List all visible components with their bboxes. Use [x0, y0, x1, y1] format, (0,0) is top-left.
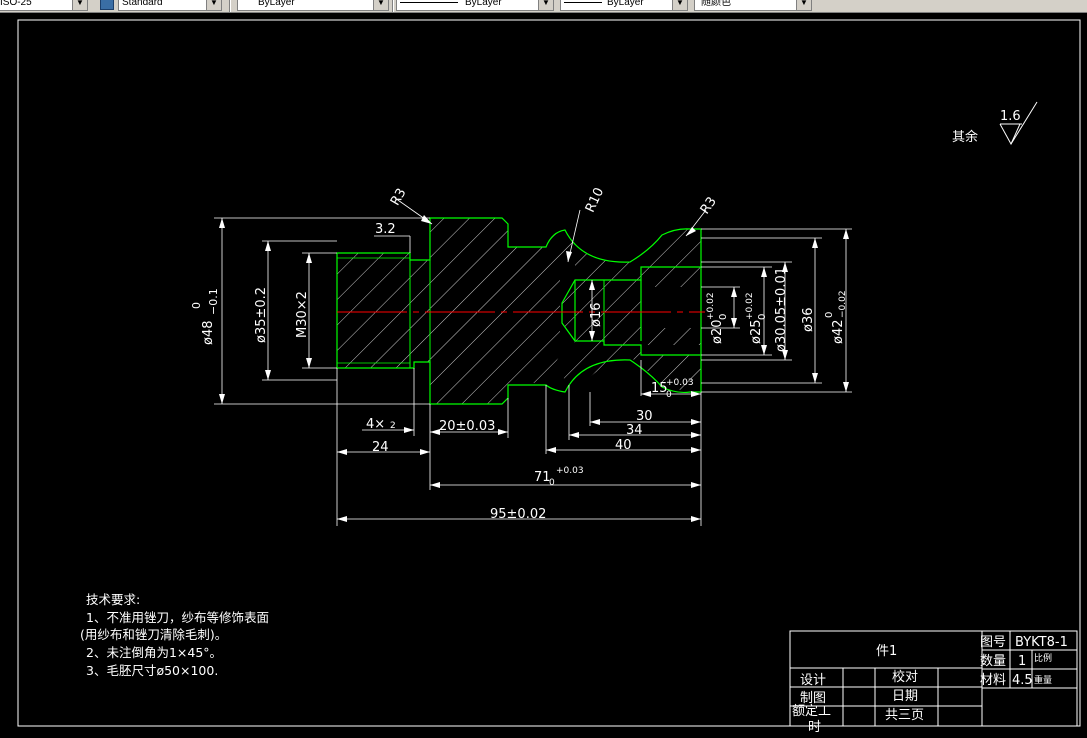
dim-len95: 95±0.02	[490, 507, 546, 522]
dim-len40: 40	[615, 438, 632, 453]
dim-r10: R10	[583, 185, 607, 215]
bore-hatch	[641, 267, 701, 345]
drawing-canvas[interactable]: R3 R10 R3 3.2 ø48 0 −0.1 ø35±0.2 M30×2 ø…	[0, 13, 1087, 738]
dim-len34: 34	[626, 423, 643, 438]
tb-material-value: 4.5	[1012, 673, 1033, 688]
dim-len20: 20±0.03	[439, 419, 495, 434]
dim-len71-sup: +0.03	[556, 466, 584, 476]
dim-d25-group: ø25 0 +0.02	[745, 292, 768, 344]
dim-m30: M30×2	[295, 291, 310, 338]
toolbar-separator	[392, 0, 394, 12]
tb-quota-1: 额定工	[792, 704, 831, 719]
tb-scale-label: 比例	[1034, 652, 1052, 664]
tb-tuhao-value: BYKT8-1	[1015, 635, 1068, 650]
tech-line-3: 2、未注倒角为1×45°。	[86, 645, 222, 660]
dim-d35: ø35±0.2	[254, 287, 269, 343]
tb-material-label: 材料	[980, 673, 1006, 688]
dim-d25-sup: +0.02	[745, 292, 755, 320]
dim-d48-group: ø48 0 −0.1	[190, 288, 220, 345]
dim-d42: ø42	[831, 320, 846, 345]
tech-line-4: 3、毛胚尺寸ø50×100.	[86, 663, 218, 678]
lineweight-value: ByLayer	[607, 0, 644, 8]
lineweight-swatch	[564, 2, 602, 3]
dim-roughness-3-2: 3.2	[375, 222, 396, 237]
dim-len15-sup: +0.03	[666, 378, 694, 388]
linetype-value: ByLayer	[465, 0, 502, 8]
dim-d20: ø20	[710, 320, 725, 345]
tb-check: 校对	[892, 669, 918, 685]
tb-date: 日期	[892, 689, 918, 704]
layer-value: ByLayer	[258, 0, 295, 8]
roughness-prefix: 其余	[952, 129, 978, 145]
layer-combo[interactable]: ByLayer ▼	[237, 0, 389, 11]
chevron-down-icon[interactable]: ▼	[672, 0, 687, 10]
tb-tuhao-label: 图号	[980, 635, 1006, 650]
chevron-down-icon[interactable]: ▼	[206, 0, 221, 10]
title-block: 件1 图号 BYKT8-1 数量 1 比例 材料 4.5 重量 设计 校对 制图…	[789, 630, 1078, 735]
dim-r3a: R3	[388, 186, 410, 208]
dim-d42-group: ø42 0 −0.02	[824, 290, 848, 344]
dim-d25-sub: 0	[757, 314, 768, 320]
dim-groove-sub: 2	[390, 421, 396, 431]
textstyle-value: Standard	[122, 0, 163, 8]
tech-line-1: 1、不准用锉刀，纱布等修饰表面	[86, 610, 269, 625]
tb-qty-label: 数量	[980, 654, 1006, 669]
dim-len71-sub: 0	[549, 478, 555, 488]
dim-d20-group: ø20 0 +0.02	[706, 292, 729, 344]
dim-len24: 24	[372, 440, 389, 455]
chevron-down-icon[interactable]: ▼	[72, 0, 87, 10]
plotstyle-value: 随颜色	[701, 0, 731, 8]
tb-design: 设计	[800, 673, 826, 688]
dim-d30: ø30.05±0.01	[774, 267, 789, 352]
roughness-symbol: 其余 1.6	[952, 101, 1038, 146]
dim-d36: ø36	[801, 308, 816, 333]
dimstyle-combo[interactable]: ISO-25 ▼	[0, 0, 88, 11]
dim-len30: 30	[636, 409, 653, 424]
chevron-down-icon[interactable]: ▼	[796, 0, 811, 10]
dim-d48-upper: 0	[190, 302, 203, 309]
tech-line-2: (用纱布和锉刀清除毛刺)。	[80, 627, 227, 642]
tb-qty-value: 1	[1018, 654, 1026, 669]
roughness-value: 1.6	[1000, 109, 1021, 124]
dim-d20-sup: +0.02	[706, 292, 716, 320]
dim-d42-upper: 0	[824, 312, 835, 318]
tb-weight-label: 重量	[1034, 674, 1052, 686]
lineweight-combo[interactable]: ByLayer ▼	[560, 0, 688, 11]
dim-len15-sub: 0	[666, 390, 672, 400]
dim-groove: 4×	[366, 417, 385, 432]
tech-requirements: 技术要求: 1、不准用锉刀，纱布等修饰表面 (用纱布和锉刀清除毛刺)。 2、未注…	[80, 592, 269, 678]
part-section	[336, 217, 705, 405]
dim-d48: ø48	[201, 321, 216, 346]
dimstyle-value: ISO-25	[0, 0, 32, 8]
toolbar-separator	[229, 0, 231, 12]
dim-d25: ø25	[749, 320, 764, 345]
plotstyle-combo[interactable]: 随颜色 ▼	[694, 0, 812, 11]
textstyle-icon[interactable]	[100, 0, 114, 10]
chevron-down-icon[interactable]: ▼	[373, 0, 388, 10]
dim-d42-lower: −0.02	[838, 290, 848, 318]
dim-d16: ø16	[589, 303, 604, 328]
tb-pages: 共三页	[885, 708, 924, 723]
dim-d48-lower: −0.1	[207, 288, 220, 315]
drawing-svg[interactable]: R3 R10 R3 3.2 ø48 0 −0.1 ø35±0.2 M30×2 ø…	[0, 13, 1087, 738]
properties-toolbar: ISO-25 ▼ Standard ▼ ByLayer ▼ ByLayer ▼ …	[0, 0, 1087, 13]
dim-d20-sub: 0	[718, 314, 729, 320]
linetype-combo[interactable]: ByLayer ▼	[396, 0, 554, 11]
linetype-swatch	[400, 2, 458, 3]
section-hatch	[337, 218, 701, 404]
dim-r3b: R3	[698, 194, 720, 217]
textstyle-combo[interactable]: Standard ▼	[118, 0, 222, 11]
tb-part: 件1	[876, 644, 897, 659]
tech-title: 技术要求:	[86, 592, 140, 607]
chevron-down-icon[interactable]: ▼	[538, 0, 553, 10]
tb-quota-2: 时	[808, 720, 821, 735]
